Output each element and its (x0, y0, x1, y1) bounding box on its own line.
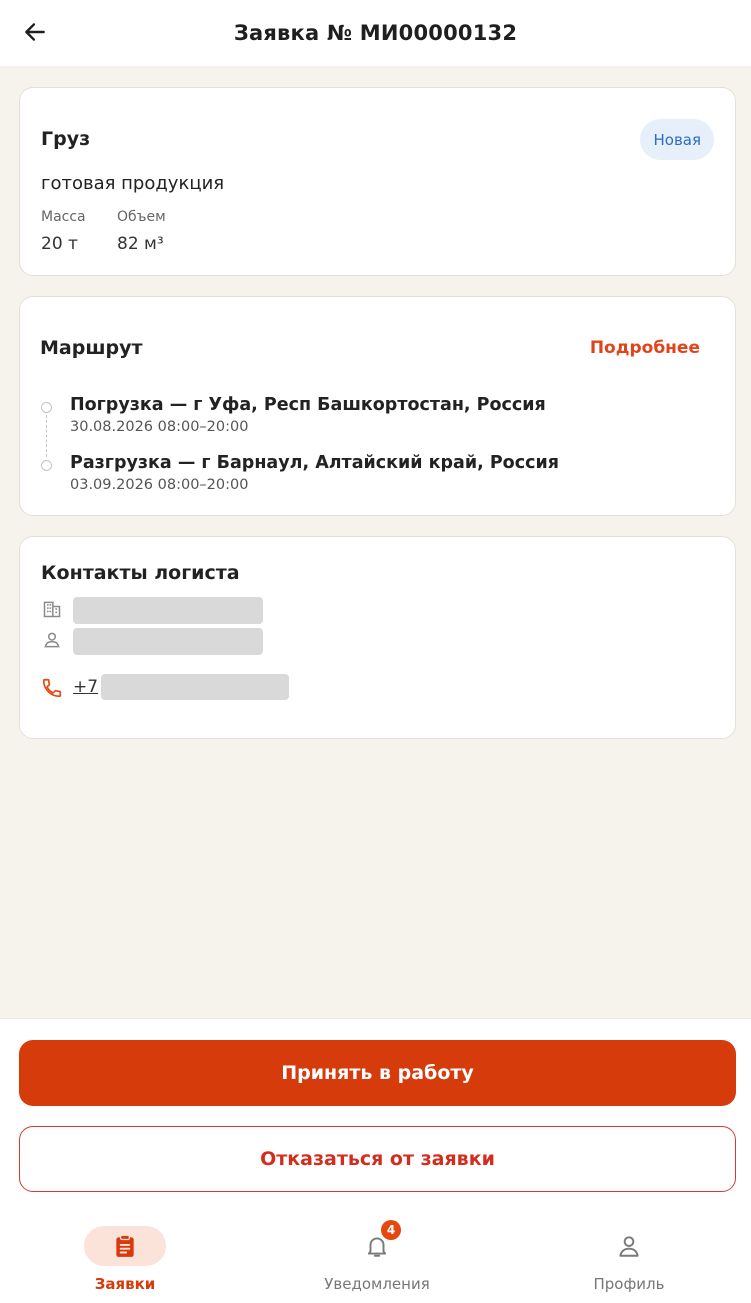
unloading-point-icon (41, 460, 52, 471)
company-name-redacted (73, 597, 263, 624)
decline-button[interactable]: Отказаться от заявки (19, 1126, 736, 1192)
cargo-card: Груз Новая готовая продукция Масса 20 т … (19, 87, 736, 276)
nav-orders-icon-wrap (84, 1226, 166, 1266)
cargo-name: готовая продукция (41, 173, 225, 194)
nav-orders[interactable]: Заявки (35, 1226, 215, 1303)
details-link[interactable]: Подробнее (590, 338, 700, 358)
mass-label: Масса (41, 209, 86, 225)
nav-profile[interactable]: Профиль (539, 1226, 719, 1303)
unloading-stop-title: Разгрузка — г Барнаул, Алтайский край, Р… (70, 453, 559, 473)
bottom-panel: Принять в работу Отказаться от заявки За… (0, 1018, 751, 1303)
nav-profile-label: Профиль (593, 1275, 665, 1293)
cargo-title: Груз (41, 128, 91, 150)
logist-name-redacted (73, 628, 263, 655)
nav-orders-label: Заявки (94, 1275, 156, 1293)
page-title: Заявка № МИ00000132 (233, 21, 518, 45)
notifications-badge: 4 (381, 1220, 401, 1240)
app-header: Заявка № МИ00000132 (0, 0, 751, 66)
phone-link[interactable]: +7 (73, 677, 98, 697)
route-connector (46, 415, 47, 457)
route-title: Маршрут (40, 337, 143, 359)
phone-number-redacted (101, 674, 289, 700)
contacts-title: Контакты логиста (41, 562, 240, 584)
arrow-left-icon (25, 23, 45, 41)
nav-notifications-icon-wrap: 4 (336, 1220, 418, 1266)
status-badge: Новая (640, 119, 714, 160)
building-icon (41, 598, 63, 620)
accept-button[interactable]: Принять в работу (19, 1040, 736, 1106)
loading-point-icon (41, 402, 52, 413)
unloading-stop-time: 03.09.2026 08:00–20:00 (70, 477, 249, 493)
volume-value: 82 м³ (117, 234, 164, 254)
phone-icon (41, 677, 63, 699)
clipboard-icon (116, 1234, 134, 1257)
loading-stop-time: 30.08.2026 08:00–20:00 (70, 419, 249, 435)
nav-notifications[interactable]: 4 Уведомления (287, 1220, 467, 1303)
person-icon (41, 629, 63, 651)
back-button[interactable] (18, 15, 52, 49)
mass-value: 20 т (41, 234, 78, 254)
nav-profile-icon-wrap (588, 1226, 670, 1266)
nav-notifications-label: Уведомления (324, 1275, 430, 1293)
volume-label: Объем (117, 209, 166, 225)
contacts-card: Контакты логиста +7 (19, 536, 736, 739)
route-card: Маршрут Подробнее Погрузка — г Уфа, Респ… (19, 296, 736, 516)
person-icon (619, 1236, 639, 1257)
loading-stop-title: Погрузка — г Уфа, Респ Башкортостан, Рос… (70, 395, 546, 415)
